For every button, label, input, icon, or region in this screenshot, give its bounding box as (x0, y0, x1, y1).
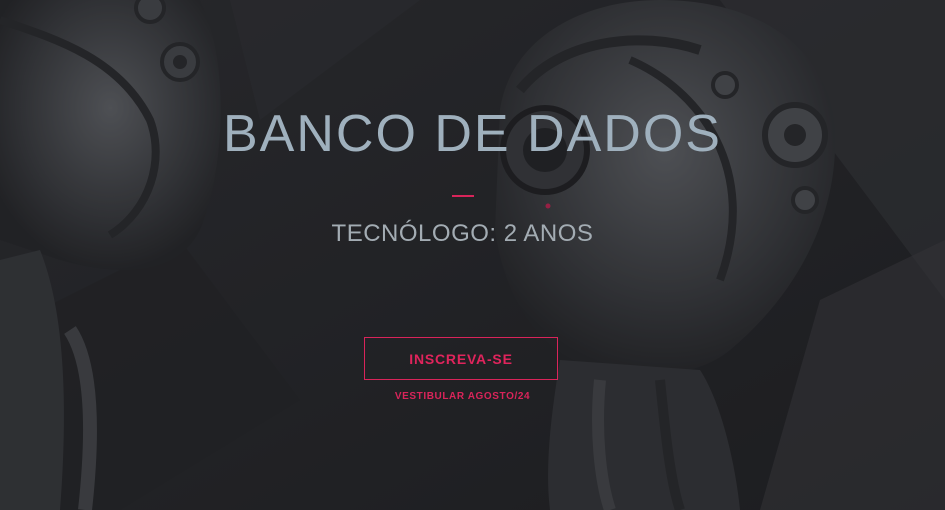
hero-section: BANCO DE DADOS TECNÓLOGO: 2 ANOS INSCREV… (0, 0, 945, 510)
enroll-button[interactable]: INSCREVA-SE (364, 337, 558, 380)
course-duration: TECNÓLOGO: 2 ANOS (331, 220, 594, 247)
entrance-exam-note: VESTIBULAR AGOSTO/24 (394, 391, 531, 402)
page-title: BANCO DE DADOS (223, 105, 722, 163)
title-divider (452, 195, 474, 197)
